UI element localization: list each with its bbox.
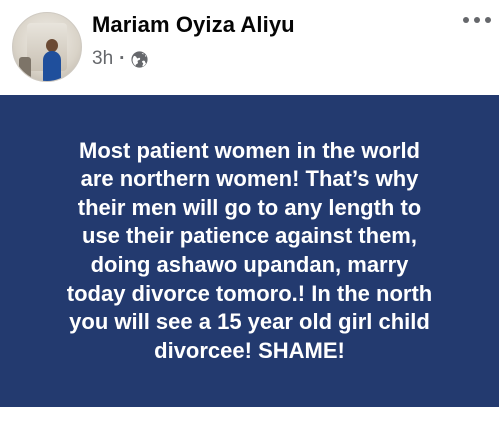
post-background-card: Most patient women in the world are nort…: [0, 95, 499, 407]
facebook-post: Mariam Oyiza Aliyu 3h · Most patient wom…: [0, 0, 499, 424]
more-options-icon[interactable]: [463, 10, 491, 30]
post-footer-spacer: [0, 407, 499, 424]
more-dot: [463, 17, 469, 23]
globe-icon[interactable]: [130, 50, 149, 69]
author-avatar[interactable]: [12, 12, 82, 82]
meta-separator: ·: [119, 48, 126, 69]
post-header: Mariam Oyiza Aliyu 3h ·: [0, 0, 499, 95]
post-timestamp[interactable]: 3h: [92, 48, 113, 70]
more-dot: [485, 17, 491, 23]
avatar-side-figure: [19, 57, 31, 79]
post-text: Most patient women in the world are nort…: [66, 137, 433, 363]
avatar-figure: [43, 51, 61, 81]
more-dot: [474, 17, 480, 23]
post-meta: 3h ·: [92, 48, 149, 70]
author-name-link[interactable]: Mariam Oyiza Aliyu: [92, 12, 295, 38]
